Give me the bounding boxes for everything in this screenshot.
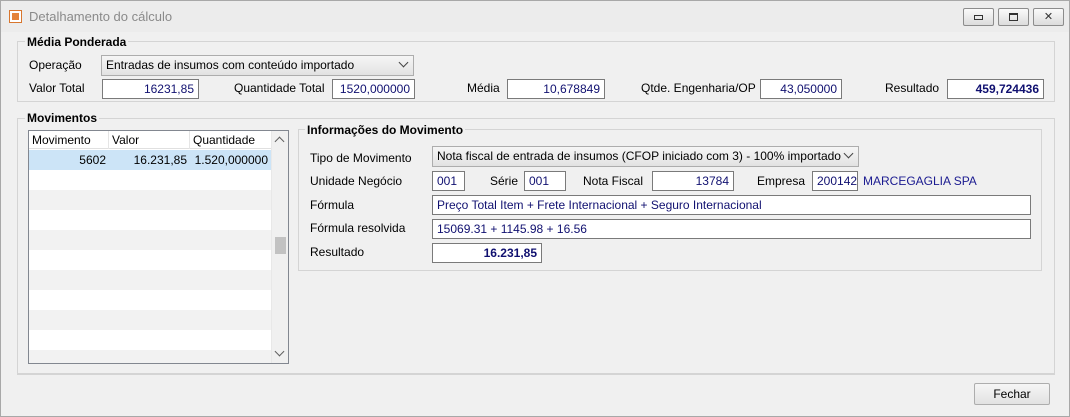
column-header-movimento[interactable]: Movimento <box>29 131 109 149</box>
empty-row <box>29 250 272 270</box>
calc-detail-window: Detalhamento do cálculo ✕ Média Ponderad… <box>0 0 1070 417</box>
minimize-button[interactable] <box>963 8 994 26</box>
window-title: Detalhamento do cálculo <box>29 9 173 24</box>
resultado-label: Resultado <box>885 81 940 95</box>
formula-field[interactable]: Preço Total Item + Frete Internacional +… <box>432 195 1031 215</box>
cell-valor: 16.231,85 <box>133 153 187 167</box>
serie-label: Série <box>490 174 519 188</box>
tipo-movimento-select[interactable]: Nota fiscal de entrada de insumos (CFOP … <box>432 146 859 167</box>
fechar-button[interactable]: Fechar <box>974 383 1050 405</box>
empty-row <box>29 190 272 210</box>
movimentos-title: Movimentos <box>25 111 100 125</box>
cell-movimento: 5602 <box>79 153 106 167</box>
chevron-down-icon <box>843 148 854 159</box>
qtde-engenharia-label: Qtde. Engenharia/OP <box>641 81 756 95</box>
valor-total-field[interactable]: 16231,85 <box>102 79 199 99</box>
operacao-label: Operação <box>29 58 82 72</box>
operacao-select[interactable]: Entradas de insumos com conteúdo importa… <box>101 55 414 76</box>
empty-row <box>29 310 272 330</box>
quantidade-total-label: Quantidade Total <box>234 81 325 95</box>
scroll-down-icon[interactable] <box>274 346 285 357</box>
media-ponderada-title: Média Ponderada <box>25 35 129 49</box>
resultado-field[interactable]: 459,724436 <box>947 79 1044 99</box>
quantidade-total-field[interactable]: 1520,000000 <box>332 79 415 99</box>
formula-resolvida-label: Fórmula resolvida <box>310 221 406 235</box>
resultado-movimento-field[interactable]: 16.231,85 <box>432 243 542 263</box>
empty-row <box>29 210 272 230</box>
empty-row <box>29 170 272 190</box>
empty-row <box>29 270 272 290</box>
empty-row <box>29 330 272 350</box>
minimize-icon <box>974 14 983 20</box>
vertical-scrollbar[interactable] <box>271 131 288 363</box>
title-bar[interactable]: Detalhamento do cálculo ✕ <box>1 1 1069 32</box>
maximize-button[interactable] <box>998 8 1029 26</box>
maximize-icon <box>1009 13 1018 21</box>
nota-fiscal-label: Nota Fiscal <box>583 174 644 188</box>
table-row[interactable]: 5602 16.231,85 1.520,000000 <box>29 150 272 170</box>
column-header-quantidade[interactable]: Quantidade <box>190 131 272 149</box>
serie-field[interactable]: 001 <box>524 171 566 191</box>
scroll-thumb[interactable] <box>275 237 286 254</box>
empty-row <box>29 230 272 250</box>
tipo-movimento-value: Nota fiscal de entrada de insumos (CFOP … <box>437 149 841 163</box>
resultado-movimento-label: Resultado <box>310 245 365 259</box>
empresa-field[interactable]: 200142 <box>812 171 858 191</box>
close-icon: ✕ <box>1043 10 1054 23</box>
empty-row <box>29 350 272 363</box>
valor-total-label: Valor Total <box>29 81 85 95</box>
cell-quantidade: 1.520,000000 <box>194 153 268 167</box>
qtde-engenharia-field[interactable]: 43,050000 <box>760 79 842 99</box>
scroll-up-icon[interactable] <box>274 136 285 147</box>
unidade-negocio-label: Unidade Negócio <box>310 174 403 188</box>
movimentos-list[interactable]: Movimento Valor Quantidade 5602 16.231,8… <box>28 130 289 364</box>
empty-row <box>29 290 272 310</box>
media-label: Média <box>467 81 500 95</box>
chevron-down-icon <box>398 57 409 68</box>
operacao-value: Entradas de insumos com conteúdo importa… <box>106 58 355 72</box>
formula-resolvida-field[interactable]: 15069.31 + 1145.98 + 16.56 <box>432 219 1031 239</box>
close-button[interactable]: ✕ <box>1033 8 1064 26</box>
formula-label: Fórmula <box>310 198 355 212</box>
tipo-movimento-label: Tipo de Movimento <box>310 151 412 165</box>
informacoes-title: Informações do Movimento <box>305 123 466 137</box>
unidade-negocio-field[interactable]: 001 <box>432 171 465 191</box>
empresa-nome: MARCEGAGLIA SPA <box>863 174 977 188</box>
media-field[interactable]: 10,678849 <box>507 79 605 99</box>
column-header-valor[interactable]: Valor <box>109 131 190 149</box>
app-grid-icon <box>9 10 22 23</box>
empresa-label: Empresa <box>757 174 806 188</box>
list-header: Movimento Valor Quantidade <box>29 131 272 149</box>
nota-fiscal-field[interactable]: 13784 <box>652 171 734 191</box>
footer-divider <box>17 374 1055 375</box>
